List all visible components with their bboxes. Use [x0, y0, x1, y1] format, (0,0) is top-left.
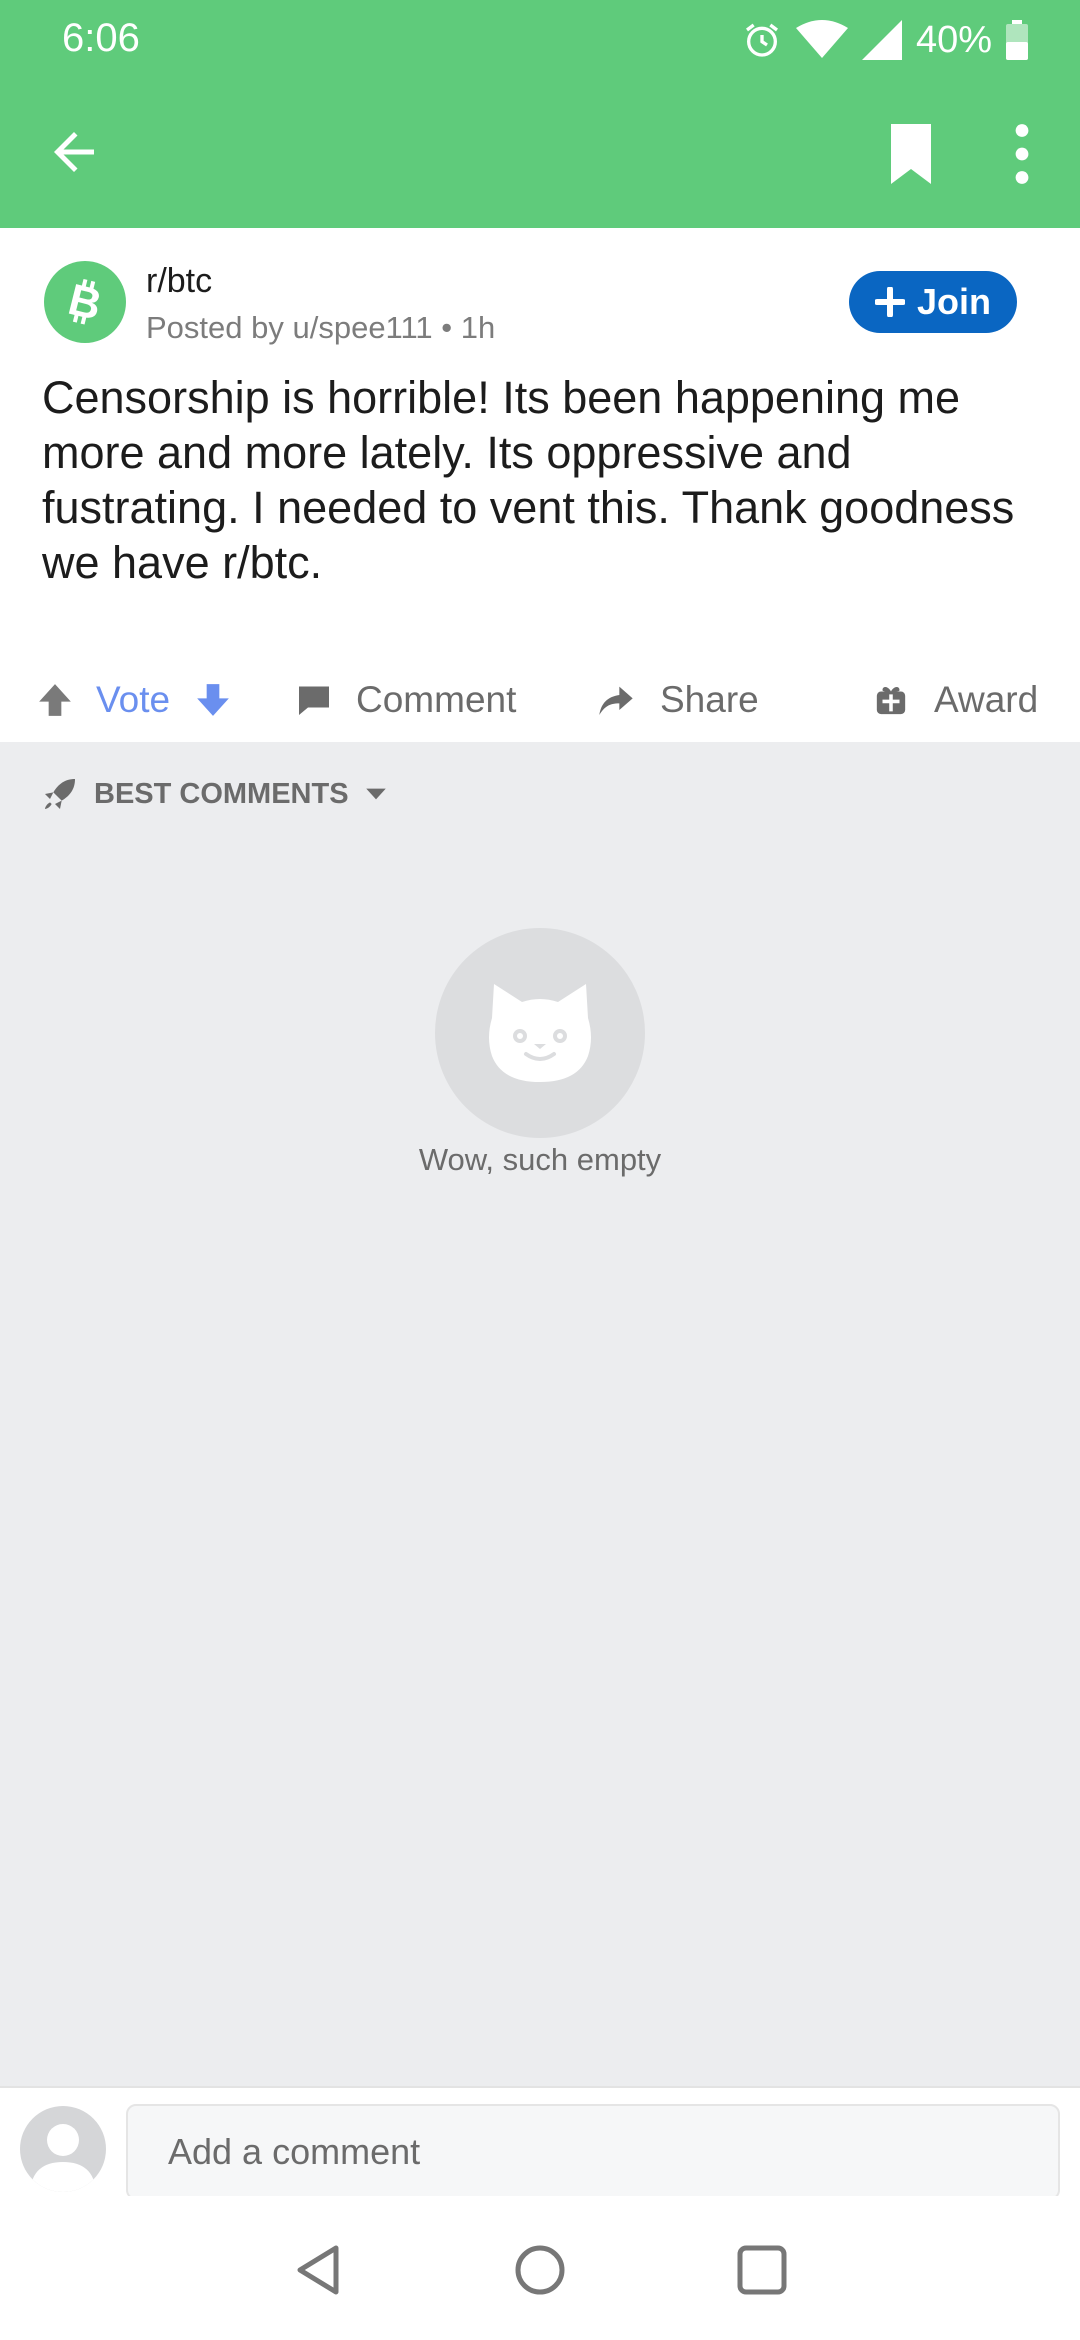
signal-icon [861, 20, 902, 60]
more-vert-icon[interactable] [1000, 122, 1044, 186]
comment-label: Comment [356, 679, 517, 720]
join-label: Join [916, 281, 991, 322]
sort-label: BEST COMMENTS [94, 777, 349, 810]
nav-recents-icon[interactable] [734, 2242, 790, 2298]
bookmark-icon[interactable] [886, 124, 936, 184]
upvote-icon[interactable] [36, 681, 74, 719]
comment-action[interactable]: Comment [296, 672, 516, 728]
join-button[interactable]: Join [849, 271, 1017, 333]
share-icon [599, 686, 633, 715]
plus-icon [874, 287, 905, 317]
share-action[interactable]: Share [596, 672, 759, 728]
share-label: Share [660, 679, 759, 720]
app-bar [0, 80, 1080, 228]
chevron-down-icon [365, 788, 386, 800]
cat-face-icon [489, 984, 591, 1082]
person-icon [30, 2124, 96, 2192]
gift-icon [876, 687, 906, 715]
comment-icon [299, 686, 329, 715]
add-comment-input[interactable]: Add a comment [126, 2104, 1060, 2200]
status-bar: 6:06 40% [0, 0, 1080, 80]
post-card: B r/btc Posted by u/spee111 • 1h Join Ce… [0, 228, 1080, 742]
nav-home-icon[interactable] [512, 2242, 568, 2298]
award-label: Award [934, 679, 1039, 720]
back-arrow-icon[interactable] [44, 122, 104, 182]
downvote-icon[interactable] [194, 681, 232, 719]
vote-group: Vote [36, 672, 232, 728]
empty-state-text: Wow, such empty [418, 1142, 662, 1177]
battery-icon [1006, 20, 1028, 60]
comment-sort[interactable]: BEST COMMENTS [40, 770, 389, 818]
subreddit-avatar[interactable]: B [44, 261, 126, 343]
post-body: Censorship is horrible! Its been happeni… [42, 372, 1015, 588]
comment-composer: Add a comment [0, 2086, 1080, 2200]
rocket-icon [45, 779, 75, 809]
empty-state-illustration [435, 928, 645, 1138]
user-avatar[interactable] [20, 2106, 106, 2192]
posted-by[interactable]: Posted by u/spee111 • 1h [146, 310, 495, 346]
system-nav-bar [0, 2196, 1080, 2340]
wifi-icon [795, 20, 848, 58]
alarm-icon [745, 23, 778, 57]
subreddit-name[interactable]: r/btc [146, 262, 212, 301]
post-actions: Vote Comment Share Award [0, 658, 1080, 742]
status-time: 6:06 [62, 16, 140, 60]
nav-back-icon[interactable] [292, 2242, 348, 2298]
status-icons: 40% [742, 14, 1028, 66]
battery-percent: 40% [915, 18, 992, 61]
award-action[interactable]: Award [874, 672, 1038, 728]
vote-label: Vote [96, 679, 171, 720]
bitcoin-icon: B [64, 275, 107, 330]
